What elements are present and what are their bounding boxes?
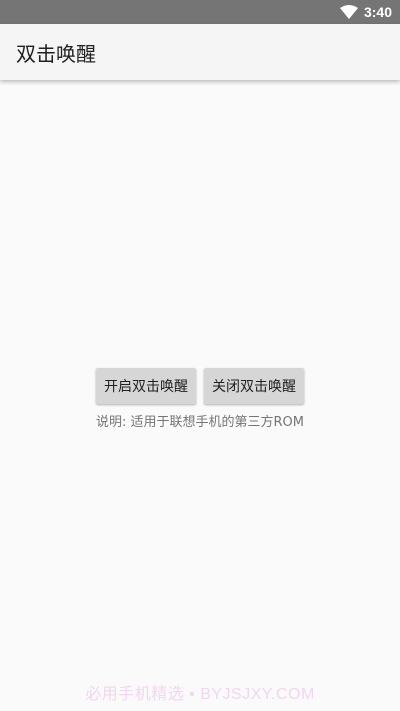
status-bar: 3:40 [0, 0, 400, 24]
main-content: 开启双击唤醒 关闭双击唤醒 说明: 适用于联想手机的第三方ROM 必用手机精选 … [0, 80, 400, 711]
disable-double-tap-wake-button[interactable]: 关闭双击唤醒 [204, 368, 304, 404]
enable-double-tap-wake-button[interactable]: 开启双击唤醒 [96, 368, 196, 404]
app-title: 双击唤醒 [16, 41, 96, 66]
app-bar: 双击唤醒 [0, 24, 400, 80]
watermark-text: 必用手机精选 • BYJSJXY.COM [85, 686, 315, 703]
status-time: 3:40 [363, 4, 392, 20]
screen: 3:40 双击唤醒 开启双击唤醒 关闭双击唤醒 说明: 适用于联想手机的第三方R… [0, 0, 400, 711]
wifi-icon [339, 5, 358, 19]
description-text: 说明: 适用于联想手机的第三方ROM [96, 415, 304, 430]
button-row: 开启双击唤醒 关闭双击唤醒 [0, 368, 400, 404]
